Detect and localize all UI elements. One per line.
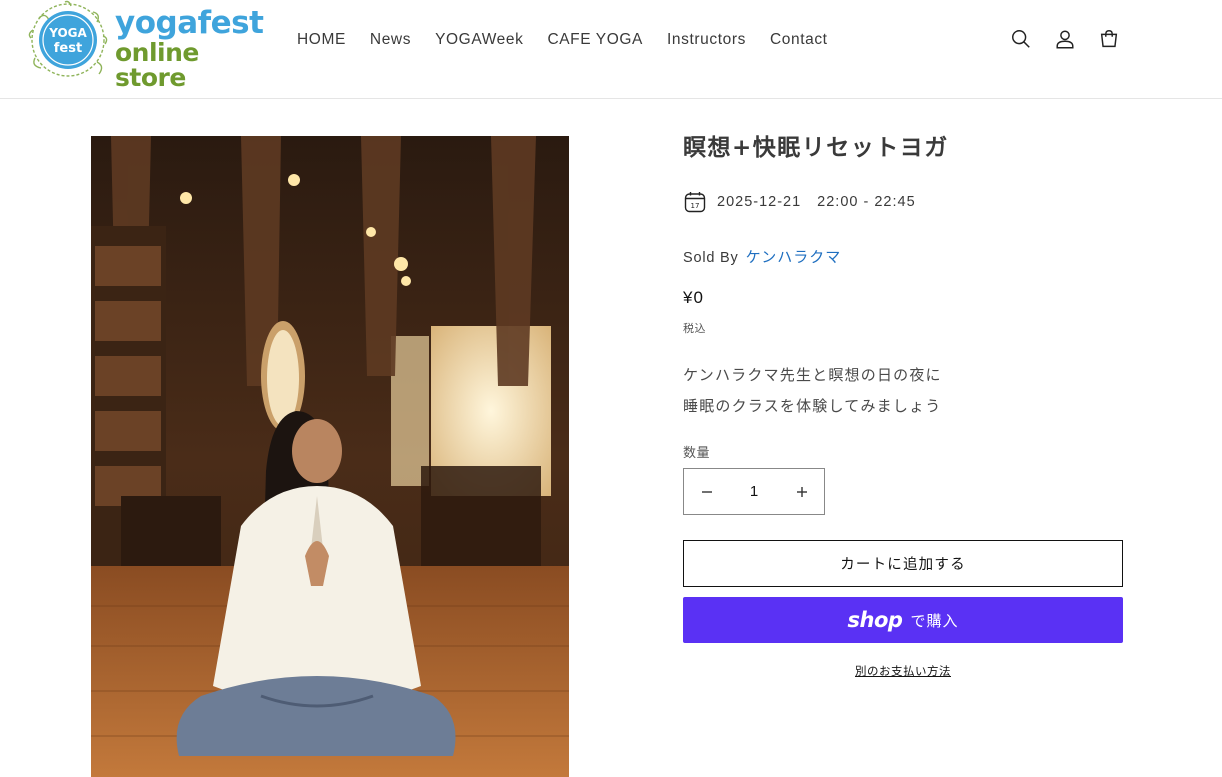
quantity-input[interactable] (729, 469, 779, 514)
event-date: 17 2025-12-21 22:00 - 22:45 (683, 190, 916, 214)
quantity-decrease-button[interactable] (684, 469, 729, 514)
account-button[interactable] (1048, 22, 1082, 56)
calendar-day: 17 (691, 202, 700, 210)
cart-button[interactable] (1092, 22, 1126, 56)
logo-wordmark: yogafest online store (115, 5, 267, 92)
quantity-increase-button[interactable] (779, 469, 824, 514)
calendar-icon: 17 (684, 192, 706, 213)
nav-contact[interactable]: Contact (758, 31, 840, 49)
logo-line2: online store (115, 38, 199, 92)
header-icons (1004, 22, 1136, 56)
tax-note: 税込 (683, 322, 706, 335)
add-to-cart-button[interactable]: カートに追加する (683, 540, 1123, 587)
site-header: YOGA fest yogafest online store HOME New… (0, 0, 1222, 99)
shop-pay-buy-label: で購入 (910, 611, 959, 630)
product-title: 瞑想+快眠リセットヨガ (683, 135, 949, 161)
alt-payment-link[interactable]: 別のお支払い方法 (855, 664, 951, 678)
yogafest-badge-icon: YOGA fest (28, 0, 108, 77)
cart-icon (1100, 30, 1118, 48)
shop-pay-button[interactable]: shop で購入 (683, 597, 1123, 643)
nav-yogaweek[interactable]: YOGAWeek (423, 31, 535, 49)
quantity-label: 数量 (683, 446, 711, 461)
account-icon (1056, 30, 1074, 49)
logo-line1: yogafest (115, 5, 264, 41)
shop-pay-logo: shop (847, 608, 903, 632)
product-price: ¥0 (683, 288, 704, 307)
event-date-text: 2025-12-21 (717, 194, 802, 210)
alt-payment: 別のお支払い方法 (683, 660, 1123, 679)
search-button[interactable] (1004, 22, 1038, 56)
main-nav: HOME News YOGAWeek CAFE YOGA Instructors… (285, 27, 840, 53)
quantity-stepper (683, 468, 825, 515)
product-description: ケンハラクマ先生と瞑想の日の夜に 睡眠のクラスを体験してみましょう (683, 360, 942, 422)
nav-cafe-yoga[interactable]: CAFE YOGA (535, 31, 655, 49)
nav-instructors[interactable]: Instructors (655, 31, 758, 49)
svg-text:fest: fest (54, 41, 82, 56)
event-time-text: 22:00 - 22:45 (817, 194, 916, 210)
product-photo (91, 136, 569, 777)
svg-text:YOGA: YOGA (48, 26, 87, 40)
search-icon (1012, 30, 1030, 48)
nav-home[interactable]: HOME (285, 31, 358, 49)
product-info: 瞑想+快眠リセットヨガ 17 2025-12-21 22:00 - 22:45 … (683, 130, 1123, 678)
minus-icon (701, 490, 712, 493)
sold-by-label: Sold By (683, 250, 739, 266)
sold-by: Sold By ケンハラクマ (683, 246, 841, 267)
description-line-1: ケンハラクマ先生と瞑想の日の夜に (683, 366, 942, 384)
seller-link[interactable]: ケンハラクマ (746, 248, 842, 266)
store-logo[interactable]: YOGA fest yogafest online store (27, 0, 267, 90)
product-image[interactable] (91, 136, 569, 777)
description-line-2: 睡眠のクラスを体験してみましょう (683, 397, 942, 415)
plus-icon (796, 486, 807, 497)
nav-news[interactable]: News (358, 31, 423, 49)
